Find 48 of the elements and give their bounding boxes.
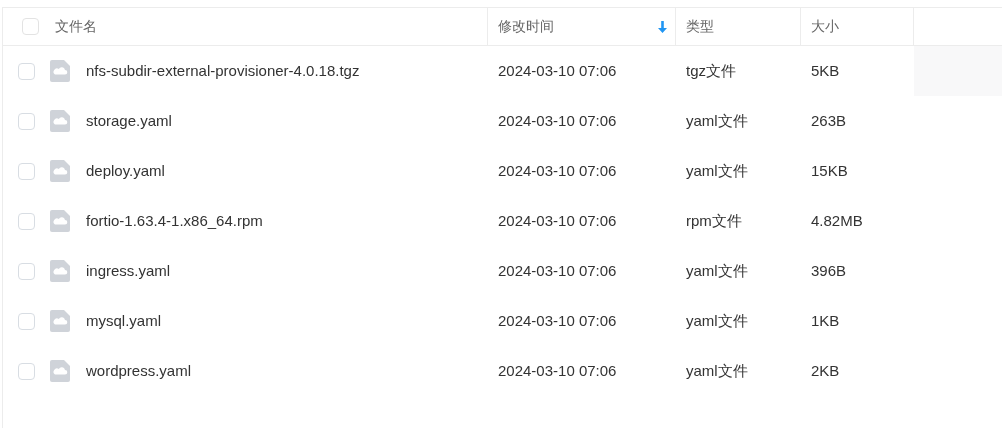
column-header[interactable]: 类型: [686, 16, 714, 37]
modified-time: 2024-03-10 07:06: [498, 111, 617, 129]
checkbox[interactable]: [22, 18, 39, 35]
file-type: yaml文件: [686, 161, 748, 179]
checkbox[interactable]: [18, 112, 35, 130]
checkbox[interactable]: [18, 362, 35, 380]
checkbox[interactable]: [18, 262, 35, 280]
file-icon: [50, 60, 70, 82]
file-icon: [50, 160, 70, 182]
column-header[interactable]: 大小: [811, 16, 839, 37]
file-type: yaml文件: [686, 361, 748, 379]
column-header[interactable]: 修改时间: [498, 16, 554, 37]
file-name[interactable]: nfs-subdir-external-provisioner-4.0.18.tgz: [86, 59, 360, 83]
file-type: tgz文件: [686, 61, 736, 79]
file-name[interactable]: deploy.yaml: [86, 159, 165, 183]
checkbox[interactable]: [18, 162, 35, 180]
modified-time: 2024-03-10 07:06: [498, 211, 617, 229]
file-type: yaml文件: [686, 111, 748, 129]
file-icon: [50, 210, 70, 232]
file-name[interactable]: fortio-1.63.4-1.x86_64.rpm: [86, 209, 263, 233]
column-header[interactable]: 文件名: [55, 16, 97, 37]
file-type: yaml文件: [686, 311, 748, 329]
file-icon: [50, 310, 70, 332]
sort-down-icon[interactable]: [658, 21, 667, 33]
modified-time: 2024-03-10 07:06: [498, 261, 617, 279]
file-name[interactable]: storage.yaml: [86, 109, 172, 133]
file-size: 263B: [811, 111, 847, 129]
file-size: 1KB: [811, 311, 840, 329]
file-size: 2KB: [811, 361, 840, 379]
file-icon: [50, 360, 70, 382]
checkbox[interactable]: [18, 62, 35, 80]
file-type: rpm文件: [686, 211, 742, 229]
file-size: 5KB: [811, 61, 840, 79]
file-size: 396B: [811, 261, 847, 279]
file-size: 15KB: [811, 161, 848, 179]
modified-time: 2024-03-10 07:06: [498, 311, 617, 329]
file-icon: [50, 260, 70, 282]
checkbox[interactable]: [18, 312, 35, 330]
file-size: 4.82MB: [811, 211, 863, 229]
file-name[interactable]: ingress.yaml: [86, 259, 171, 283]
checkbox[interactable]: [18, 212, 35, 230]
file-name[interactable]: mysql.yaml: [86, 309, 161, 333]
modified-time: 2024-03-10 07:06: [498, 61, 617, 79]
file-name[interactable]: wordpress.yaml: [86, 359, 192, 383]
file-type: yaml文件: [686, 261, 748, 279]
modified-time: 2024-03-10 07:06: [498, 361, 617, 379]
file-icon: [50, 110, 70, 132]
modified-time: 2024-03-10 07:06: [498, 161, 617, 179]
